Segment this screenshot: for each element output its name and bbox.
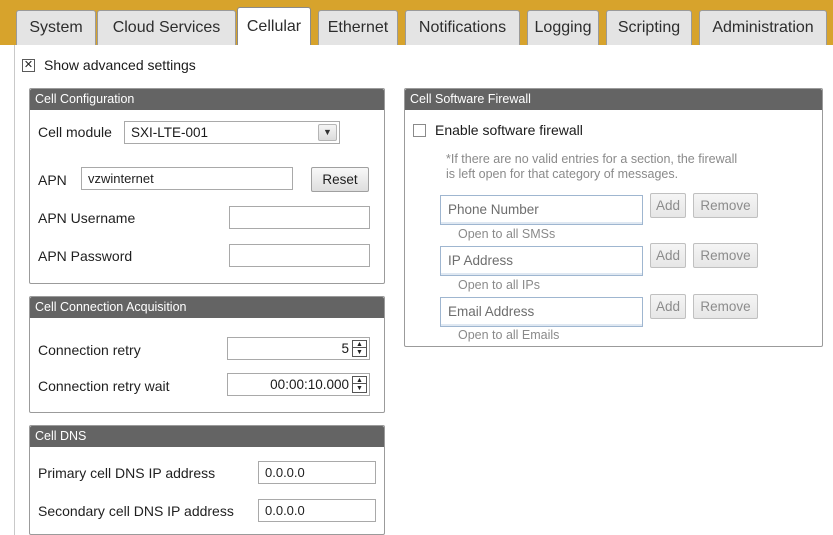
cell-software-firewall-header: Cell Software Firewall	[405, 89, 822, 110]
cell-module-value: SXI-LTE-001	[131, 125, 209, 140]
primary-dns-input[interactable]	[258, 461, 376, 484]
apn-password-label: APN Password	[38, 248, 133, 264]
email-address-input[interactable]: Email Address	[440, 297, 643, 327]
ip-status: Open to all IPs	[458, 278, 540, 292]
tab-scripting[interactable]: Scripting	[606, 10, 692, 45]
remove-email-button[interactable]: Remove	[693, 294, 758, 319]
tab-system[interactable]: System	[16, 10, 96, 45]
cell-connection-acquisition-header: Cell Connection Acquisition	[30, 297, 384, 318]
apn-password-input[interactable]	[229, 244, 370, 267]
connection-retry-value: 5	[341, 341, 349, 356]
secondary-dns-input[interactable]	[258, 499, 376, 522]
increment-icon[interactable]: ▲	[353, 377, 366, 384]
enable-firewall[interactable]: Enable software firewall	[413, 121, 583, 139]
tab-notifications[interactable]: Notifications	[405, 10, 520, 45]
tab-cloud-services[interactable]: Cloud Services	[97, 10, 236, 45]
connection-retry-wait-label: Connection retry wait	[38, 378, 170, 394]
cell-module-select[interactable]: SXI-LTE-001 ▼	[124, 121, 340, 144]
tab-bar: System Cloud Services Cellular Ethernet …	[0, 0, 833, 45]
phone-number-input[interactable]: Phone Number	[440, 195, 643, 225]
show-advanced-settings[interactable]: Show advanced settings	[22, 56, 196, 74]
decrement-icon[interactable]: ▼	[353, 349, 366, 356]
show-advanced-label: Show advanced settings	[44, 57, 196, 73]
enable-firewall-checkbox[interactable]	[413, 123, 426, 137]
tab-logging[interactable]: Logging	[527, 10, 599, 45]
primary-dns-label: Primary cell DNS IP address	[38, 465, 216, 481]
spinner-arrows[interactable]: ▲ ▼	[352, 340, 367, 357]
apn-input[interactable]	[81, 167, 293, 190]
tab-cellular[interactable]: Cellular	[237, 7, 311, 45]
enable-firewall-label: Enable software firewall	[435, 122, 583, 138]
connection-retry-wait-value: 00:00:10.000	[270, 377, 349, 392]
increment-icon[interactable]: ▲	[353, 341, 366, 348]
decrement-icon[interactable]: ▼	[353, 385, 366, 392]
connection-retry-stepper[interactable]: 5 ▲ ▼	[227, 337, 370, 360]
tab-administration[interactable]: Administration	[699, 10, 827, 45]
remove-phone-button[interactable]: Remove	[693, 193, 758, 218]
email-status: Open to all Emails	[458, 328, 560, 342]
apn-username-label: APN Username	[38, 210, 136, 226]
apn-username-input[interactable]	[229, 206, 370, 229]
reset-button[interactable]: Reset	[311, 167, 369, 192]
connection-retry-wait-stepper[interactable]: 00:00:10.000 ▲ ▼	[227, 373, 370, 396]
remove-ip-button[interactable]: Remove	[693, 243, 758, 268]
apn-label: APN	[38, 172, 67, 188]
firewall-note-line2: is left open for that category of messag…	[446, 167, 679, 181]
add-ip-button[interactable]: Add	[650, 243, 686, 268]
cell-dns-header: Cell DNS	[30, 426, 384, 447]
connection-retry-label: Connection retry	[38, 342, 141, 358]
tab-ethernet[interactable]: Ethernet	[318, 10, 398, 45]
show-advanced-checkbox[interactable]	[22, 58, 35, 72]
spinner-arrows[interactable]: ▲ ▼	[352, 376, 367, 393]
firewall-note-line1: *If there are no valid entries for a sec…	[446, 152, 738, 166]
chevron-down-icon[interactable]: ▼	[318, 124, 337, 141]
cell-configuration-header: Cell Configuration	[30, 89, 384, 110]
phone-status: Open to all SMSs	[458, 227, 556, 241]
add-email-button[interactable]: Add	[650, 294, 686, 319]
secondary-dns-label: Secondary cell DNS IP address	[38, 503, 234, 519]
cell-module-label: Cell module	[38, 124, 112, 140]
ip-address-input[interactable]: IP Address	[440, 246, 643, 276]
add-phone-button[interactable]: Add	[650, 193, 686, 218]
